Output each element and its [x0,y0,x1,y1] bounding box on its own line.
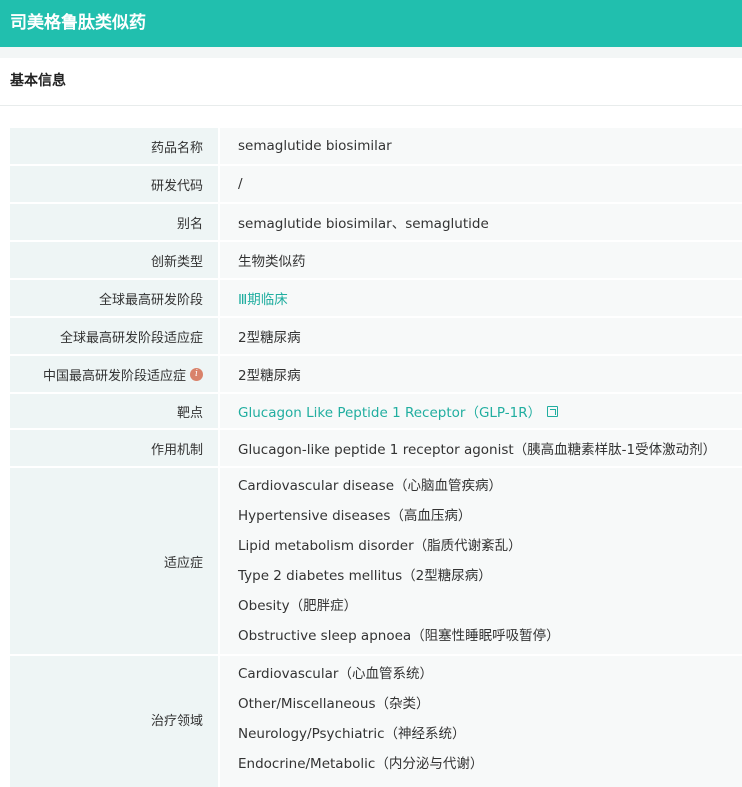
external-link-icon[interactable] [547,405,559,417]
row-dev-code: 研发代码 / [10,166,742,204]
section-title: 基本信息 [0,58,742,106]
indication-item: Obstructive sleep apnoea（阻塞性睡眠呼吸暂停） [238,628,560,644]
row-value-list: Cardiovascular disease（心脑血管疾病） Hypertens… [220,468,742,654]
row-value: 2型糖尿病 [220,356,742,392]
info-table: 药品名称 semaglutide biosimilar 研发代码 / 别名 se… [10,128,742,784]
row-value: 生物类似药 [220,242,742,278]
header-gap [0,47,742,58]
row-label: 药品名称 [10,128,218,164]
row-value: Ⅲ期临床 [220,280,742,316]
page-title: 司美格鲁肽类似药 [10,13,146,33]
therapeutic-area-item: Other/Miscellaneous（杂类） [238,696,430,712]
row-value-list: Cardiovascular（心血管系统） Other/Miscellaneou… [220,656,742,782]
indication-item: Type 2 diabetes mellitus（2型糖尿病） [238,568,492,584]
row-drug-name: 药品名称 semaglutide biosimilar [10,128,742,166]
next-row-label [10,781,218,787]
row-value: semaglutide biosimilar [220,128,742,164]
row-label: 靶点 [10,394,218,428]
row-value: 2型糖尿病 [220,318,742,354]
row-china-indication: 中国最高研发阶段适应症 i 2型糖尿病 [10,356,742,394]
row-value: / [220,166,742,202]
therapeutic-area-item: Cardiovascular（心血管系统） [238,666,433,682]
row-label: 治疗领域 [10,656,218,782]
indication-item: Obesity（肥胖症） [238,598,358,614]
row-label: 创新类型 [10,242,218,278]
target-link[interactable]: Glucagon Like Peptide 1 Receptor（GLP-1R） [238,401,541,421]
row-label: 全球最高研发阶段适应症 [10,318,218,354]
row-therapeutic-areas: 治疗领域 Cardiovascular（心血管系统） Other/Miscell… [10,656,742,784]
row-innovation-type: 创新类型 生物类似药 [10,242,742,280]
row-label: 适应症 [10,468,218,654]
row-value: Glucagon-like peptide 1 receptor agonist… [220,430,742,466]
row-label: 全球最高研发阶段 [10,280,218,316]
global-phase-link[interactable]: Ⅲ期临床 [238,288,288,308]
row-value: Glucagon Like Peptide 1 Receptor（GLP-1R） [220,394,742,428]
row-global-indication: 全球最高研发阶段适应症 2型糖尿病 [10,318,742,356]
row-label-text: 中国最高研发阶段适应症 [42,368,186,384]
indication-item: Cardiovascular disease（心脑血管疾病） [238,478,503,494]
next-row-value [220,781,742,787]
info-icon[interactable]: i [190,367,203,381]
row-indications: 适应症 Cardiovascular disease（心脑血管疾病） Hyper… [10,468,742,656]
therapeutic-area-item: Neurology/Psychiatric（神经系统） [238,726,466,742]
indication-item: Hypertensive diseases（高血压病） [238,508,472,524]
row-mechanism: 作用机制 Glucagon-like peptide 1 receptor ag… [10,430,742,468]
row-target: 靶点 Glucagon Like Peptide 1 Receptor（GLP-… [10,394,742,430]
row-alias: 别名 semaglutide biosimilar、semaglutide [10,204,742,242]
row-label: 研发代码 [10,166,218,202]
row-label: 中国最高研发阶段适应症 i [10,356,218,392]
next-row-partial [10,781,742,787]
row-value: semaglutide biosimilar、semaglutide [220,204,742,240]
indication-item: Lipid metabolism disorder（脂质代谢紊乱） [238,538,522,554]
row-label: 作用机制 [10,430,218,466]
row-global-phase: 全球最高研发阶段 Ⅲ期临床 [10,280,742,318]
therapeutic-area-item: Endocrine/Metabolic（内分泌与代谢） [238,756,484,772]
row-label: 别名 [10,204,218,240]
page-header: 司美格鲁肽类似药 [0,0,742,47]
